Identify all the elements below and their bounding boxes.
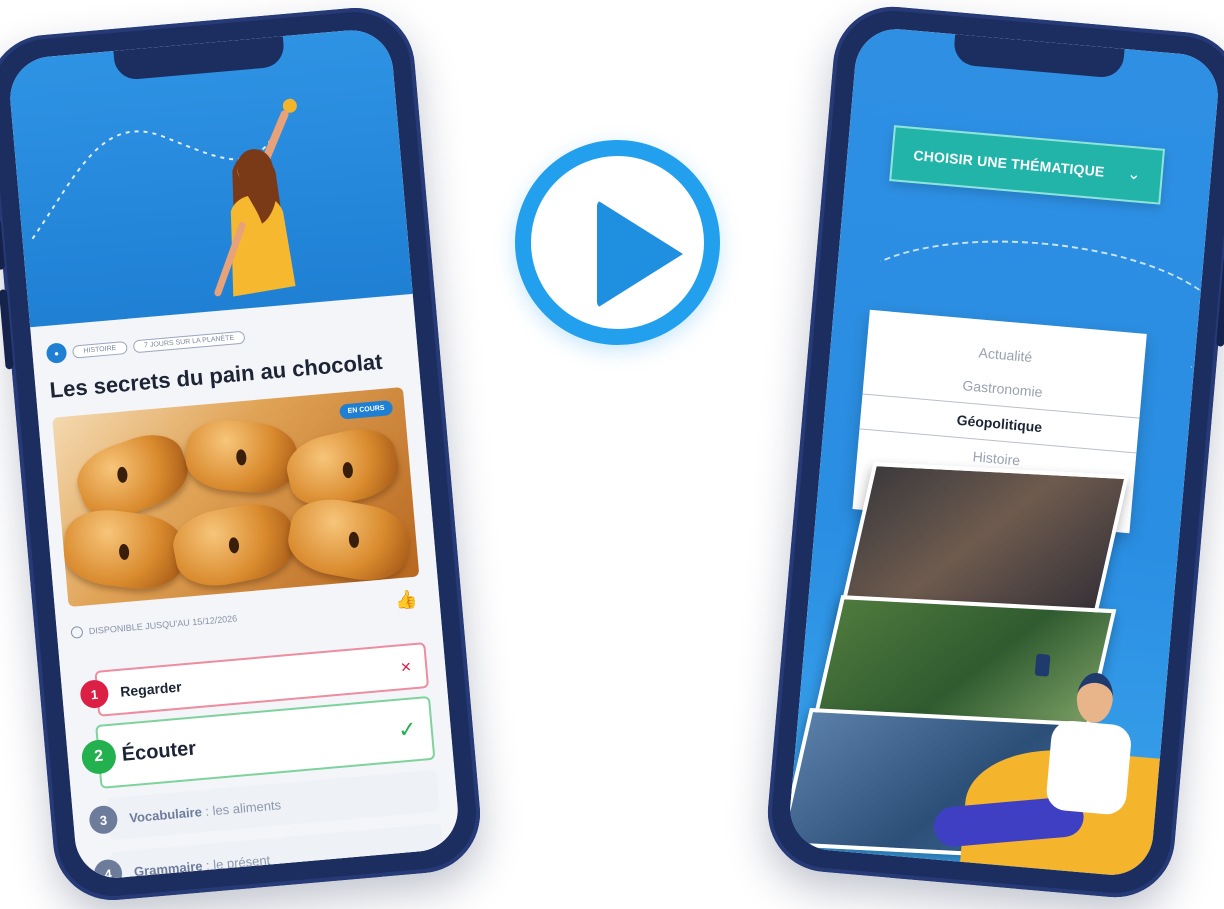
close-icon: × — [399, 655, 413, 677]
level-icon: ● — [45, 342, 68, 364]
clock-icon — [70, 625, 84, 639]
power-button — [1216, 256, 1224, 347]
play-button[interactable] — [515, 140, 720, 345]
status-badge: EN COURS — [339, 400, 394, 420]
volume-button — [0, 219, 6, 270]
step-number: 3 — [88, 804, 119, 835]
tag-program[interactable]: 7 JOURS SUR LA PLANÈTE — [132, 330, 246, 353]
checkmark-icon: ✓ — [397, 716, 418, 743]
left-screen: ● HISTOIRE 7 JOURS SUR LA PLANÈTE Les se… — [6, 26, 462, 882]
step-title: Grammaire — [133, 857, 204, 879]
thumbs-up-icon[interactable]: 👍 — [394, 589, 418, 612]
play-icon — [597, 200, 683, 308]
step-number: 4 — [92, 858, 124, 882]
right-phone: CHOISIR UNE THÉMATIQUE ⌄ Actualité Gastr… — [762, 1, 1224, 903]
right-screen: CHOISIR UNE THÉMATIQUE ⌄ Actualité Gastr… — [786, 25, 1222, 879]
smartphone-icon — [1034, 653, 1051, 677]
volume-button — [0, 289, 14, 370]
availability-text: DISPONIBLE JUSQU'AU 15/12/2026 — [88, 613, 238, 637]
step-number: 1 — [79, 678, 110, 710]
lesson-image[interactable]: EN COURS — [52, 387, 420, 607]
chevron-down-icon: ⌄ — [1126, 165, 1142, 184]
step-label: Vocabulaire : les aliments — [129, 797, 282, 825]
step-title: Vocabulaire — [128, 803, 203, 825]
lesson-card: ● HISTOIRE 7 JOURS SUR LA PLANÈTE Les se… — [30, 293, 462, 882]
person-body — [1045, 719, 1133, 816]
woman-illustration — [31, 98, 297, 297]
tag-category[interactable]: HISTOIRE — [71, 340, 128, 359]
header-illustration — [6, 26, 414, 340]
step-label: Regarder — [119, 678, 183, 700]
availability-date: DISPONIBLE JUSQU'AU 15/12/2026 — [70, 612, 238, 639]
step-detail: : les aliments — [201, 796, 282, 819]
dropdown-label: CHOISIR UNE THÉMATIQUE — [912, 147, 1106, 180]
tag-row: ● HISTOIRE 7 JOURS SUR LA PLANÈTE — [45, 327, 246, 364]
step-label: Grammaire : le présent — [133, 852, 270, 879]
step-number: 2 — [80, 738, 118, 776]
left-phone: ● HISTOIRE 7 JOURS SUR LA PLANÈTE Les se… — [0, 3, 486, 905]
step-detail: : le présent — [201, 851, 271, 873]
step-label: Écouter — [120, 736, 197, 766]
